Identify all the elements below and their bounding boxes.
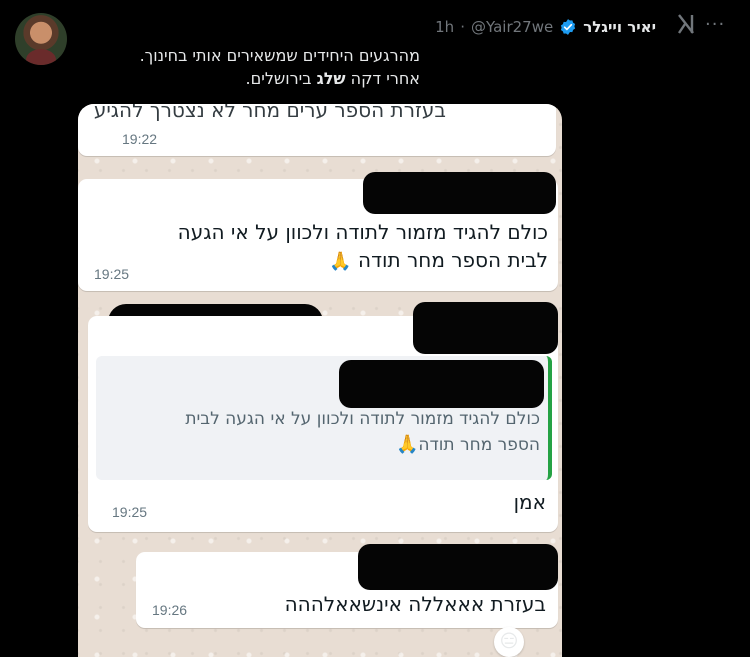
tweet-text-line1: מהרגעים היחידים שמשאירים אותי בחינוך. xyxy=(139,46,420,65)
message-reaction[interactable]: 😑 xyxy=(494,627,524,657)
chat-message: בעזרת אאאללה אינשאאלההה 19:26 xyxy=(136,544,558,628)
tweet-text: מהרגעים היחידים שמשאירים אותי בחינוך. אח… xyxy=(20,44,420,90)
quoted-message-text: כולם להגיד מזמור לתודה ולכוון על אי הגעה… xyxy=(185,409,540,455)
tweet-text-line2: אחרי דקה שלג בירושלים. xyxy=(245,69,420,88)
chat-message: בעזרת הספר ערים מחר לא נצטרך להגיע 19:22 xyxy=(78,104,556,156)
grok-icon[interactable] xyxy=(675,12,697,36)
chat-message-text: אמן xyxy=(513,490,546,514)
chat-message-text: בעזרת אאאללה אינשאאלההה xyxy=(284,592,546,616)
chat-message-text: בעזרת הספר ערים מחר לא נצטרך להגיע xyxy=(93,104,446,122)
redacted-sender xyxy=(363,172,556,214)
separator-dot: · xyxy=(460,18,465,36)
redacted-quote-sender xyxy=(339,360,544,408)
message-timestamp: 19:25 xyxy=(94,266,130,282)
chat-message: כולם להגיד מזמור לתודה ולכוון על אי הגעה… xyxy=(78,172,558,291)
message-timestamp: 19:22 xyxy=(122,131,158,147)
verified-badge-icon xyxy=(561,19,576,35)
chat-message-text: כולם להגיד מזמור לתודה ולכוון על אי הגעה… xyxy=(177,220,548,272)
redacted-sender xyxy=(413,302,558,354)
quoted-message[interactable]: כולם להגיד מזמור לתודה ולכוון על אי הגעה… xyxy=(96,356,552,480)
pray-icon: 🙏 xyxy=(395,434,419,455)
tweet-header: יאיר וייגלר @Yair27we · 1h xyxy=(435,12,656,42)
chat-message: כולם להגיד מזמור לתודה ולכוון על אי הגעה… xyxy=(88,302,558,532)
redacted-sender xyxy=(358,544,558,590)
author-handle[interactable]: @Yair27we xyxy=(471,18,553,36)
more-options-icon[interactable]: ··· xyxy=(705,14,725,35)
pray-icon: 🙏 xyxy=(329,251,352,272)
tweet-time[interactable]: 1h xyxy=(435,18,454,36)
tweet-bold-word: שלג xyxy=(316,69,346,88)
message-timestamp: 19:26 xyxy=(152,602,188,618)
message-timestamp: 19:25 xyxy=(112,504,148,520)
author-name[interactable]: יאיר וייגלר xyxy=(583,18,656,36)
tweet-image[interactable]: בעזרת הספר ערים מחר לא נצטרך להגיע 19:22… xyxy=(78,104,562,657)
